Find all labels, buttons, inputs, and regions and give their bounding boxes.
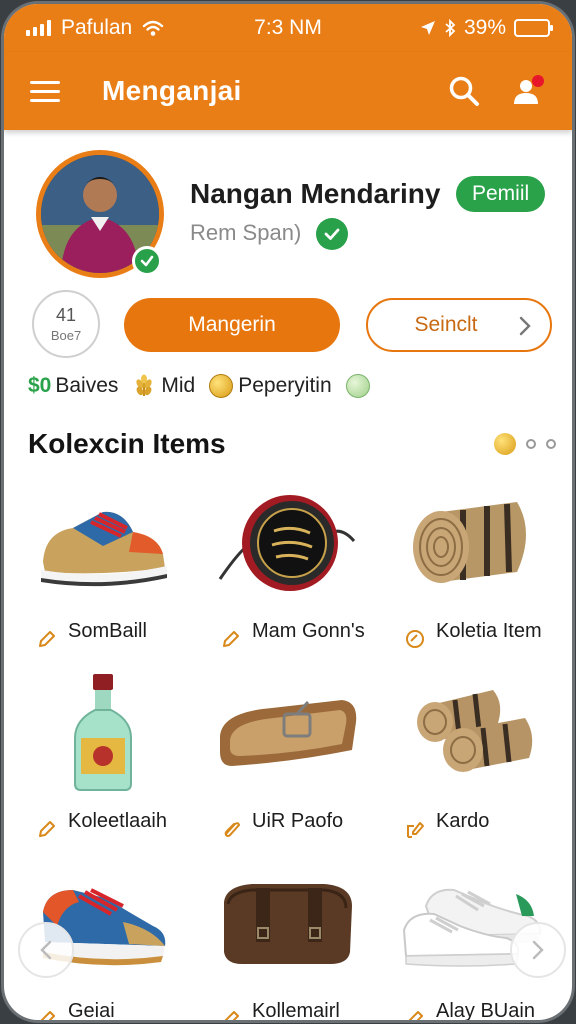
item-label: SomBaill [68,620,147,642]
secondary-action-label: Seinclt [414,313,478,336]
collection-item[interactable]: SomBaill [12,478,192,668]
user-name: Nangan Mendariny [190,178,441,209]
rolled-mat-image [396,482,546,602]
item-label: Geiai [68,1000,115,1020]
balance-dollar[interactable]: $0 Baives [28,374,118,398]
item-label: Alay BUain [436,1000,535,1020]
sneaker-image [28,482,178,602]
menu-icon[interactable] [30,80,60,102]
wheat-coin-icon [136,374,152,396]
collection-item[interactable]: Kollemairl [196,858,376,1020]
search-button[interactable] [444,71,484,111]
stat-label: Boe7 [50,328,82,343]
battery-icon [514,19,553,37]
collection-header: Kolexcin Items [28,422,556,466]
page-dot[interactable] [546,439,556,449]
edit-note-icon[interactable] [404,818,426,840]
round-box-image [212,482,362,602]
balance-peperyitin[interactable]: Peperyitin [209,374,332,398]
balance-mid[interactable]: Mid [132,374,195,398]
battery-percent: 39% [463,16,506,39]
search-icon [449,76,479,106]
edit-pencil-icon[interactable] [36,628,58,650]
leather-bag-image [212,862,362,982]
profile-actions: 41 Boe7 Mangerin Seinclt [4,290,572,366]
chevron-left-icon [40,940,52,960]
item-label: Kollemairl [252,1000,340,1020]
item-label: UiR Paofo [252,810,344,832]
edit-check-icon[interactable] [404,628,426,650]
edit-note-icon[interactable] [404,1008,426,1020]
edit-pencil-icon[interactable] [220,628,242,650]
notification-dot [532,75,544,87]
item-label: Kardo [436,810,490,832]
balance-label: Baives [55,374,119,397]
collection-item[interactable]: Koleetlaaih [12,668,192,858]
next-page-button[interactable] [510,922,566,978]
user-subtitle: Rem Span) [190,220,302,245]
edit-pencil-icon[interactable] [220,1008,242,1020]
edit-pencil-icon[interactable] [36,818,58,840]
wifi-icon [143,20,164,36]
verified-check-icon [316,218,348,250]
app-bar: Menganjai [4,52,572,130]
active-page-coin-icon [494,433,516,455]
status-bar: Pafulan 7:3 NM 39% [4,4,572,52]
balance-label: Peperyitin [238,374,332,397]
page-indicator[interactable] [494,433,556,455]
collection-item[interactable]: UiR Paofo [196,668,376,858]
balance-row: $0 Baives Mid Peperyitin [28,368,389,404]
phone-screen: Pafulan 7:3 NM 39% Menganjai Nangan Mend… [4,4,572,1020]
double-roll-image [396,672,546,792]
item-label: Koleetlaaih [68,810,167,832]
signal-icon [26,20,51,36]
leather-belt-image [212,672,362,792]
previous-page-button[interactable] [18,922,74,978]
stat-value: 41 [55,305,77,325]
chevron-right-icon [532,940,544,960]
page-dot[interactable] [526,439,536,449]
primary-action-button[interactable]: Mangerin [124,298,340,352]
status-badge: Pemiil [456,176,546,212]
profile-header: Nangan Mendariny Pemiil Rem Span) [4,130,572,290]
item-label: Mam Gonn's [252,620,365,642]
secondary-action-button[interactable]: Seinclt [366,298,552,352]
gold-coin-icon [209,374,234,398]
balance-amount: $0 [28,374,52,397]
location-arrow-icon [420,21,435,35]
collection-item[interactable]: Koletia Item [380,478,560,668]
balance-label: Mid [161,374,196,397]
carrier-name: Pafulan [61,16,133,39]
edit-pencil-icon[interactable] [36,1008,58,1020]
section-title: Kolexcin Items [28,428,226,459]
collection-item[interactable]: Kardo [380,668,560,858]
profile-notification-button[interactable] [506,71,546,111]
avatar-verified-icon [132,246,162,276]
paperclip-icon[interactable] [220,818,242,840]
balance-leaf[interactable] [345,374,375,398]
leaf-coin-icon [345,374,370,398]
chevron-right-icon [519,316,531,336]
stat-counter[interactable]: 41 Boe7 [32,290,100,358]
app-title: Menganjai [102,75,242,106]
bluetooth-icon [445,19,456,37]
bottle-image [28,672,178,792]
item-label: Koletia Item [436,620,542,642]
collection-item[interactable]: Mam Gonn's [196,478,376,668]
